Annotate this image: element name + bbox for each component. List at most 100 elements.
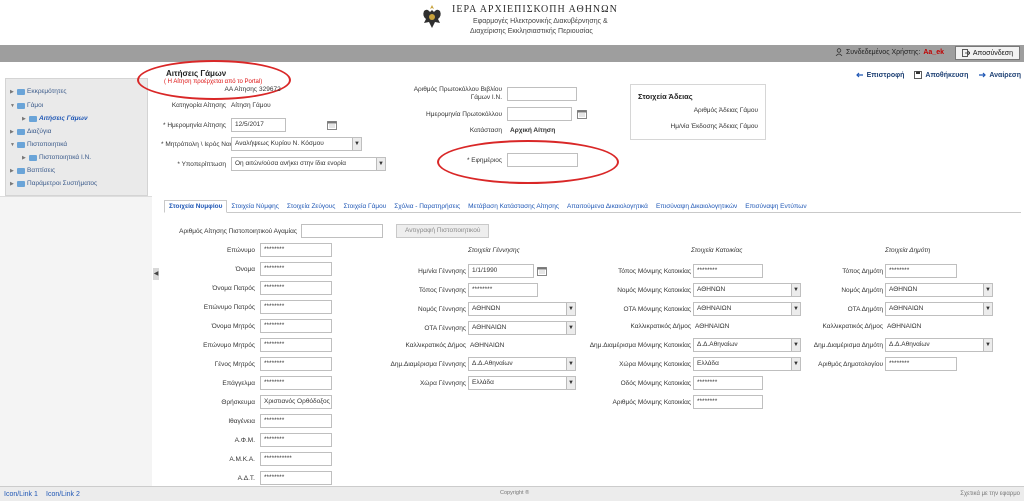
municipality-district-select[interactable]: Δ.Δ.Αθηναίων ▼ [885, 338, 993, 352]
user-bar: Συνδεδεμένος Χρήστης: Aa_ek Αποσύνδεση [0, 45, 1024, 62]
metropolis-church-label: * Μητρόπολη \ Ιερός Ναός [161, 141, 237, 148]
license-number-label: Αριθμός Άδειας Γάμου [693, 107, 758, 114]
groom-name-input[interactable]: ******** [260, 262, 332, 276]
amka-input[interactable]: *********** [260, 452, 332, 466]
residence-kallikratis-label: Καλλικρατικός Δήμος [630, 323, 692, 330]
app-title: ΙΕΡΑ ΑΡΧΙΕΠΙΣΚΟΠΗ ΑΘΗΝΩΝ [452, 4, 618, 15]
father-surname-label: Επώνυμο Πατρός [203, 304, 255, 311]
religion-input[interactable]: Χριστιανός Ορθόδοξος [260, 395, 332, 409]
municipality-ota-select[interactable]: ΑΘΗΝΑΙΩΝ ▼ [885, 302, 993, 316]
sidebar-item-baptisms[interactable]: ▶ Βαπτίσεις [10, 167, 55, 174]
application-aa-value: 329672 [259, 86, 281, 93]
about-link[interactable]: Σχετικά με την εφαρμο [960, 491, 1020, 497]
sidebar-item-pending[interactable]: ▶ Εκκρεμότητες [10, 88, 66, 95]
residence-country-select[interactable]: Ελλάδα ▼ [693, 357, 801, 371]
calendar-icon[interactable] [327, 120, 337, 130]
birth-district-select[interactable]: Δ.Δ.Αθηναίων ▼ [468, 357, 576, 371]
undo-arrow-icon [979, 72, 987, 78]
municipality-registry-input[interactable]: ******** [885, 357, 957, 371]
user-icon [835, 48, 843, 56]
municipality-place-input[interactable]: ******** [885, 264, 957, 278]
footer-link-2[interactable]: Icon/Link 2 [46, 491, 80, 498]
residence-ota-select[interactable]: ΑΘΗΝΑΙΩΝ ▼ [693, 302, 801, 316]
chevron-down-icon: ▼ [983, 339, 992, 351]
birth-date-input[interactable]: 1/1/1990 [468, 264, 534, 278]
tab-bride[interactable]: Στοιχεία Νύμφης [227, 201, 283, 212]
residence-number-input[interactable]: ******** [693, 395, 763, 409]
afm-input[interactable]: ******** [260, 433, 332, 447]
id-card-input[interactable]: ******** [260, 471, 332, 485]
back-button[interactable]: Επιστροφή [855, 71, 904, 79]
sidebar-item-system-parameters[interactable]: ▶ Παράμετροι Συστήματος [10, 180, 97, 187]
municipality-place-label: Τόπος Δημότη [842, 268, 883, 275]
mother-surname-input[interactable]: ******** [260, 338, 332, 352]
folder-icon [17, 102, 25, 109]
tab-groom[interactable]: Στοιχεία Νυμφίου [164, 200, 228, 213]
municipality-section-heading: Στοιχεία Δημότη [885, 247, 931, 254]
sidebar-item-divorces[interactable]: ▶ Διαζύγια [10, 128, 51, 135]
undo-button[interactable]: Αναίρεση [978, 71, 1021, 79]
protocol-date-input[interactable] [507, 107, 572, 121]
residence-number-label: Αριθμός Μόνιμης Κατοικίας [612, 399, 691, 406]
protocol-book-input[interactable] [507, 87, 577, 101]
nationality-label: Ιθαγένεια [228, 418, 255, 425]
birth-place-input[interactable]: ******** [468, 283, 538, 297]
user-label: Συνδεδεμένος Χρήστης: [845, 48, 921, 56]
footer-link-1[interactable]: Icon/Link 1 [4, 491, 38, 498]
tab-couple[interactable]: Στοιχεία Ζεύγους [283, 201, 340, 212]
app-subtitle-1: Εφαρμογές Ηλεκτρονικής Διακυβέρνησης & [473, 18, 608, 25]
subcase-select[interactable]: Οη αιτών/ούσα ανήκει στην ίδια ενορία ▼ [231, 157, 386, 171]
protocol-book-label-2: Γάμων Ι.Ν. [470, 94, 502, 101]
calendar-icon[interactable] [537, 266, 547, 276]
chevron-down-icon: ▼ [566, 358, 575, 370]
birth-prefecture-select[interactable]: ΑΘΗΝΩΝ ▼ [468, 302, 576, 316]
sidebar-item-certificates[interactable]: ▼ Πιστοποιητικά [10, 141, 67, 148]
residence-country-label: Χώρα Μόνιμης Κατοικίας [619, 361, 691, 368]
residence-prefecture-label: Νομός Μόνιμης Κατοικίας [617, 287, 691, 294]
tab-attach-forms[interactable]: Επισύναψη Εντύπων [741, 201, 810, 212]
copy-certificate-button[interactable]: Αντιγραφή Πιστοποιητικού [396, 224, 490, 238]
tab-status-transition[interactable]: Μετάβαση Κατάστασης Αίτησης [464, 201, 563, 212]
collapse-arrow-icon: ▼ [10, 102, 15, 109]
tab-comments[interactable]: Σχόλια - Παρατηρήσεις [390, 201, 464, 212]
folder-icon [17, 141, 25, 148]
residence-prefecture-select[interactable]: ΑΘΗΝΩΝ ▼ [693, 283, 801, 297]
tab-attach-documents[interactable]: Επισύναψη Δικαιολογητικών [652, 201, 741, 212]
mother-maiden-label: Γένος Μητρός [214, 361, 255, 368]
residence-place-input[interactable]: ******** [693, 264, 763, 278]
metropolis-church-select[interactable]: Αναλήψεως Κυρίου Ν. Κόσμου ▼ [231, 137, 362, 151]
municipality-prefecture-select[interactable]: ΑΘΗΝΩΝ ▼ [885, 283, 993, 297]
father-surname-input[interactable]: ******** [260, 300, 332, 314]
municipality-registry-label: Αριθμός Δημοτολογίου [818, 361, 883, 368]
license-date-label: Ημ/νία Έκδοσης Άδειας Γάμου [670, 123, 758, 130]
mother-name-input[interactable]: ******** [260, 319, 332, 333]
celibacy-cert-input[interactable] [301, 224, 383, 238]
father-name-input[interactable]: ******** [260, 281, 332, 295]
chevron-down-icon: ▼ [376, 158, 385, 170]
tab-required-documents[interactable]: Απαιτούμενα Δικαιολογητικά [563, 201, 652, 212]
license-heading: Στοιχεία Άδειας [638, 92, 693, 101]
sidebar-item-marriage-applications[interactable]: ▶ Αιτήσεις Γάμων [22, 115, 88, 122]
logout-button[interactable]: Αποσύνδεση [954, 46, 1020, 60]
nationality-input[interactable]: ******** [260, 414, 332, 428]
profession-input[interactable]: ******** [260, 376, 332, 390]
expand-arrow-icon: ▶ [10, 180, 14, 187]
id-card-label: Α.Δ.Τ. [237, 475, 255, 482]
expand-arrow-icon: ▶ [10, 88, 14, 95]
residence-street-input[interactable]: ******** [693, 376, 763, 390]
sidebar-collapse-handle[interactable]: ◀ [153, 268, 159, 280]
calendar-icon[interactable] [577, 109, 587, 119]
mother-maiden-input[interactable]: ******** [260, 357, 332, 371]
sidebar-item-marriages[interactable]: ▼ Γάμοι [10, 102, 43, 109]
logout-icon [961, 49, 970, 57]
application-date-input[interactable]: 12/5/2017 [231, 118, 286, 132]
birth-country-select[interactable]: Ελλάδα ▼ [468, 376, 576, 390]
birth-kallikratis-value: ΑΘΗΝΑΙΩΝ [470, 342, 505, 349]
birth-ota-select[interactable]: ΑΘΗΝΑΙΩΝ ▼ [468, 321, 576, 335]
tab-marriage[interactable]: Στοιχεία Γάμου [339, 201, 390, 212]
groom-surname-input[interactable]: ******** [260, 243, 332, 257]
sidebar-item-church-certificates[interactable]: ▶ Πιστοποιητικά Ι.Ν. [22, 154, 91, 161]
application-category-label: Κατηγορία Αίτησης [171, 102, 226, 109]
copyright-text: Copyright ® [500, 490, 530, 496]
save-button[interactable]: Αποθήκευση [914, 71, 968, 79]
